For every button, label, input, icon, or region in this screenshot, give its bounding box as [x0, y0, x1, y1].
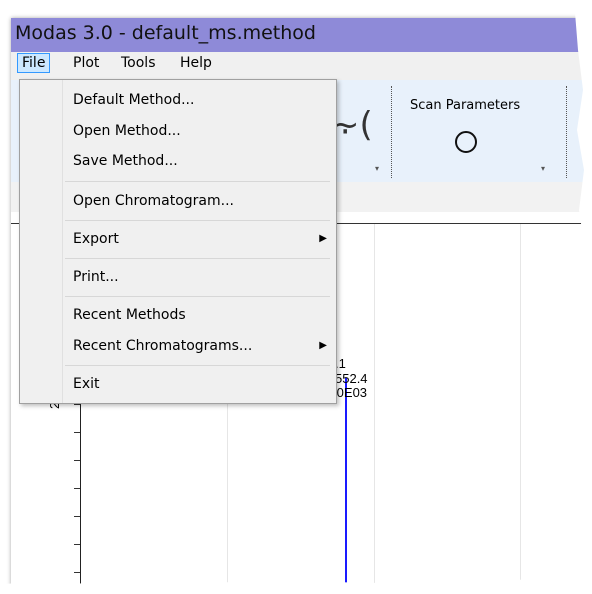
menu-separator [65, 365, 330, 366]
menu-item-export[interactable]: Export ▶ [63, 228, 335, 250]
window-title: Modas 3.0 - default_ms.method [15, 22, 316, 44]
menu-item-label: Recent Methods [73, 307, 186, 323]
menu-separator [65, 181, 330, 182]
menu-item-label: Default Method... [73, 92, 195, 108]
ribbon-separator [566, 86, 567, 178]
y-tick [74, 544, 80, 545]
y-tick [74, 432, 80, 433]
ribbon-expand-icon[interactable]: ▾ [375, 164, 379, 173]
grid-line [374, 224, 375, 594]
menu-item-exit[interactable]: Exit [63, 373, 335, 395]
menu-item-label: Save Method... [73, 153, 178, 169]
y-tick [74, 572, 80, 573]
y-tick [74, 488, 80, 489]
menu-item-default-method[interactable]: Default Method... [63, 89, 335, 111]
scan-parameters-label: Scan Parameters [410, 98, 521, 113]
ribbon-separator [391, 86, 392, 178]
menu-item-open-method[interactable]: Open Method... [63, 120, 335, 142]
menu-help[interactable]: Help [176, 53, 216, 73]
menu-item-recent-chromatograms[interactable]: Recent Chromatograms... ▶ [63, 335, 335, 357]
menu-plot[interactable]: Plot [69, 53, 103, 73]
menu-separator [65, 258, 330, 259]
menu-file[interactable]: File [17, 53, 51, 73]
menu-bar: File Plot Tools Help [11, 52, 592, 74]
scan-parameters-icon[interactable] [455, 131, 477, 153]
menu-separator [65, 220, 330, 221]
title-bar[interactable]: Modas 3.0 - default_ms.method [11, 18, 592, 52]
menu-item-label: Exit [73, 376, 100, 392]
scan-parameters-expand-icon[interactable]: ▾ [541, 164, 545, 173]
grid-line [520, 224, 521, 594]
menu-item-label: Print... [73, 269, 119, 285]
submenu-arrow-icon: ▶ [319, 233, 327, 244]
menu-item-label: Export [73, 231, 119, 247]
menu-item-label: Open Method... [73, 123, 181, 139]
file-menu-dropdown: Default Method... Open Method... Save Me… [19, 79, 337, 404]
menu-item-label: Open Chromatogram... [73, 193, 234, 209]
menu-item-print[interactable]: Print... [63, 266, 335, 288]
menu-separator [65, 296, 330, 297]
y-tick [74, 404, 80, 405]
y-axis [80, 398, 81, 594]
menu-tools[interactable]: Tools [117, 53, 160, 73]
y-tick [74, 516, 80, 517]
y-tick [74, 460, 80, 461]
menu-item-open-chromatogram[interactable]: Open Chromatogram... [63, 190, 335, 212]
menu-item-save-method[interactable]: Save Method... [63, 150, 335, 172]
method-icon-partial[interactable]: ⸟( [331, 105, 373, 145]
submenu-arrow-icon: ▶ [319, 340, 327, 351]
menu-item-recent-methods[interactable]: Recent Methods [63, 304, 335, 326]
spectrum-peak [345, 378, 347, 594]
peak-label-line2: 552.4 [335, 371, 368, 386]
menu-item-label: Recent Chromatograms... [73, 338, 253, 354]
